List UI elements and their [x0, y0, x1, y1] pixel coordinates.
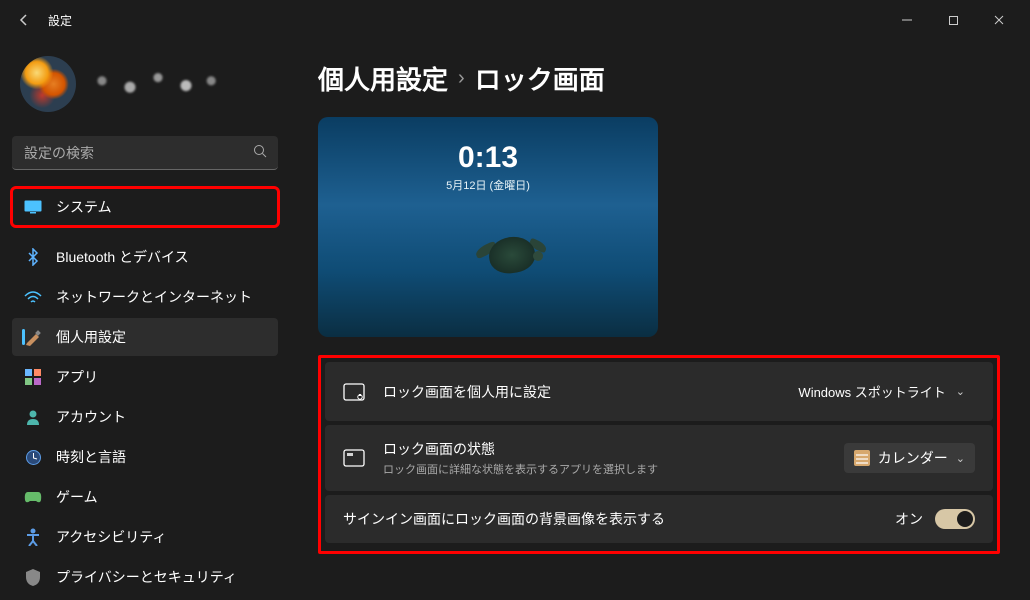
search-wrap — [12, 136, 278, 170]
sidebar-item-label: ネットワークとインターネット — [56, 287, 252, 307]
sidebar-item-bluetooth[interactable]: Bluetooth とデバイス — [12, 238, 278, 276]
minimize-button[interactable] — [884, 4, 930, 36]
maximize-button[interactable] — [930, 4, 976, 36]
sidebar-item-label: アプリ — [56, 367, 98, 387]
close-button[interactable] — [976, 4, 1022, 36]
row-title: ロック画面の状態 — [383, 439, 826, 459]
back-button[interactable] — [8, 4, 40, 36]
row-title: ロック画面を個人用に設定 — [383, 382, 770, 402]
network-icon — [24, 288, 42, 306]
sidebar-item-system[interactable]: システム — [12, 188, 278, 226]
search-icon — [253, 144, 268, 162]
minimize-icon — [901, 14, 913, 26]
row-title: サインイン画面にロック画面の背景画像を表示する — [343, 509, 877, 529]
sidebar-item-personalization[interactable]: 個人用設定 — [12, 318, 278, 356]
sidebar: システム Bluetooth とデバイス ネットワークとインターネット 個人用設… — [0, 40, 290, 600]
sidebar-item-privacy[interactable]: プライバシーとセキュリティ — [12, 558, 278, 596]
profile-name-redacted — [88, 68, 228, 100]
lockscreen-preview: 0:13 5月12日 (金曜日) — [318, 117, 658, 337]
sidebar-item-label: システム — [56, 197, 112, 217]
toggle-label: オン — [895, 509, 923, 529]
row-lockscreen-status[interactable]: ロック画面の状態 ロック画面に詳細な状態を表示するアプリを選択します カレンダー… — [325, 425, 993, 491]
row-subtitle: ロック画面に詳細な状態を表示するアプリを選択します — [383, 461, 826, 477]
signin-toggle: オン — [895, 509, 975, 529]
close-icon — [993, 14, 1005, 26]
chevron-down-icon: ⌄ — [956, 452, 965, 465]
profile-section[interactable] — [12, 40, 278, 136]
window-title: 設定 — [48, 12, 72, 29]
dropdown-value: カレンダー — [878, 448, 948, 468]
sidebar-item-time-language[interactable]: 時刻と言語 — [12, 438, 278, 476]
apps-icon — [24, 368, 42, 386]
toggle-switch[interactable] — [935, 509, 975, 529]
chevron-down-icon: ⌄ — [956, 385, 965, 398]
settings-panel: ロック画面を個人用に設定 Windows スポットライト ⌄ ロック画面の状態 … — [318, 355, 1000, 554]
sidebar-item-label: アクセシビリティ — [56, 527, 166, 547]
breadcrumb: 個人用設定 › ロック画面 — [318, 60, 1000, 97]
breadcrumb-current: ロック画面 — [475, 60, 605, 97]
sidebar-item-label: Bluetooth とデバイス — [56, 247, 189, 267]
sidebar-item-accounts[interactable]: アカウント — [12, 398, 278, 436]
window-controls — [884, 4, 1022, 36]
status-icon — [343, 447, 365, 469]
dropdown-value: Windows スポットライト — [798, 382, 945, 401]
sidebar-item-apps[interactable]: アプリ — [12, 358, 278, 396]
row-signin-background: サインイン画面にロック画面の背景画像を表示する オン — [325, 495, 993, 543]
turtle-illustration — [481, 231, 545, 281]
status-app-dropdown[interactable]: カレンダー ⌄ — [844, 443, 975, 473]
calendar-icon — [854, 450, 870, 466]
sidebar-item-label: ゲーム — [56, 487, 98, 507]
bluetooth-icon — [24, 248, 42, 266]
privacy-icon — [24, 568, 42, 586]
personalize-dropdown[interactable]: Windows スポットライト ⌄ — [788, 376, 975, 407]
sidebar-item-accessibility[interactable]: アクセシビリティ — [12, 518, 278, 556]
toggle-knob — [957, 511, 973, 527]
breadcrumb-separator: › — [458, 67, 465, 90]
sidebar-item-gaming[interactable]: ゲーム — [12, 478, 278, 516]
personalization-icon — [24, 328, 42, 346]
time-icon — [24, 448, 42, 466]
preview-time: 0:13 — [318, 141, 658, 175]
row-personalize-lockscreen[interactable]: ロック画面を個人用に設定 Windows スポットライト ⌄ — [325, 362, 993, 421]
system-icon — [24, 198, 42, 216]
maximize-icon — [948, 15, 959, 26]
avatar — [20, 56, 76, 112]
accessibility-icon — [24, 528, 42, 546]
titlebar: 設定 — [0, 0, 1030, 40]
main-content: 個人用設定 › ロック画面 0:13 5月12日 (金曜日) ロック画面を個人用… — [290, 40, 1030, 600]
sidebar-item-label: 時刻と言語 — [56, 447, 126, 467]
sidebar-item-label: 個人用設定 — [56, 327, 126, 347]
search-input[interactable] — [12, 136, 278, 170]
gaming-icon — [24, 488, 42, 506]
sidebar-item-network[interactable]: ネットワークとインターネット — [12, 278, 278, 316]
breadcrumb-parent[interactable]: 個人用設定 — [318, 60, 448, 97]
accounts-icon — [24, 408, 42, 426]
sidebar-item-label: プライバシーとセキュリティ — [56, 567, 237, 587]
preview-date: 5月12日 (金曜日) — [318, 177, 658, 193]
image-icon — [343, 381, 365, 403]
arrow-left-icon — [16, 12, 32, 28]
sidebar-item-label: アカウント — [56, 407, 126, 427]
